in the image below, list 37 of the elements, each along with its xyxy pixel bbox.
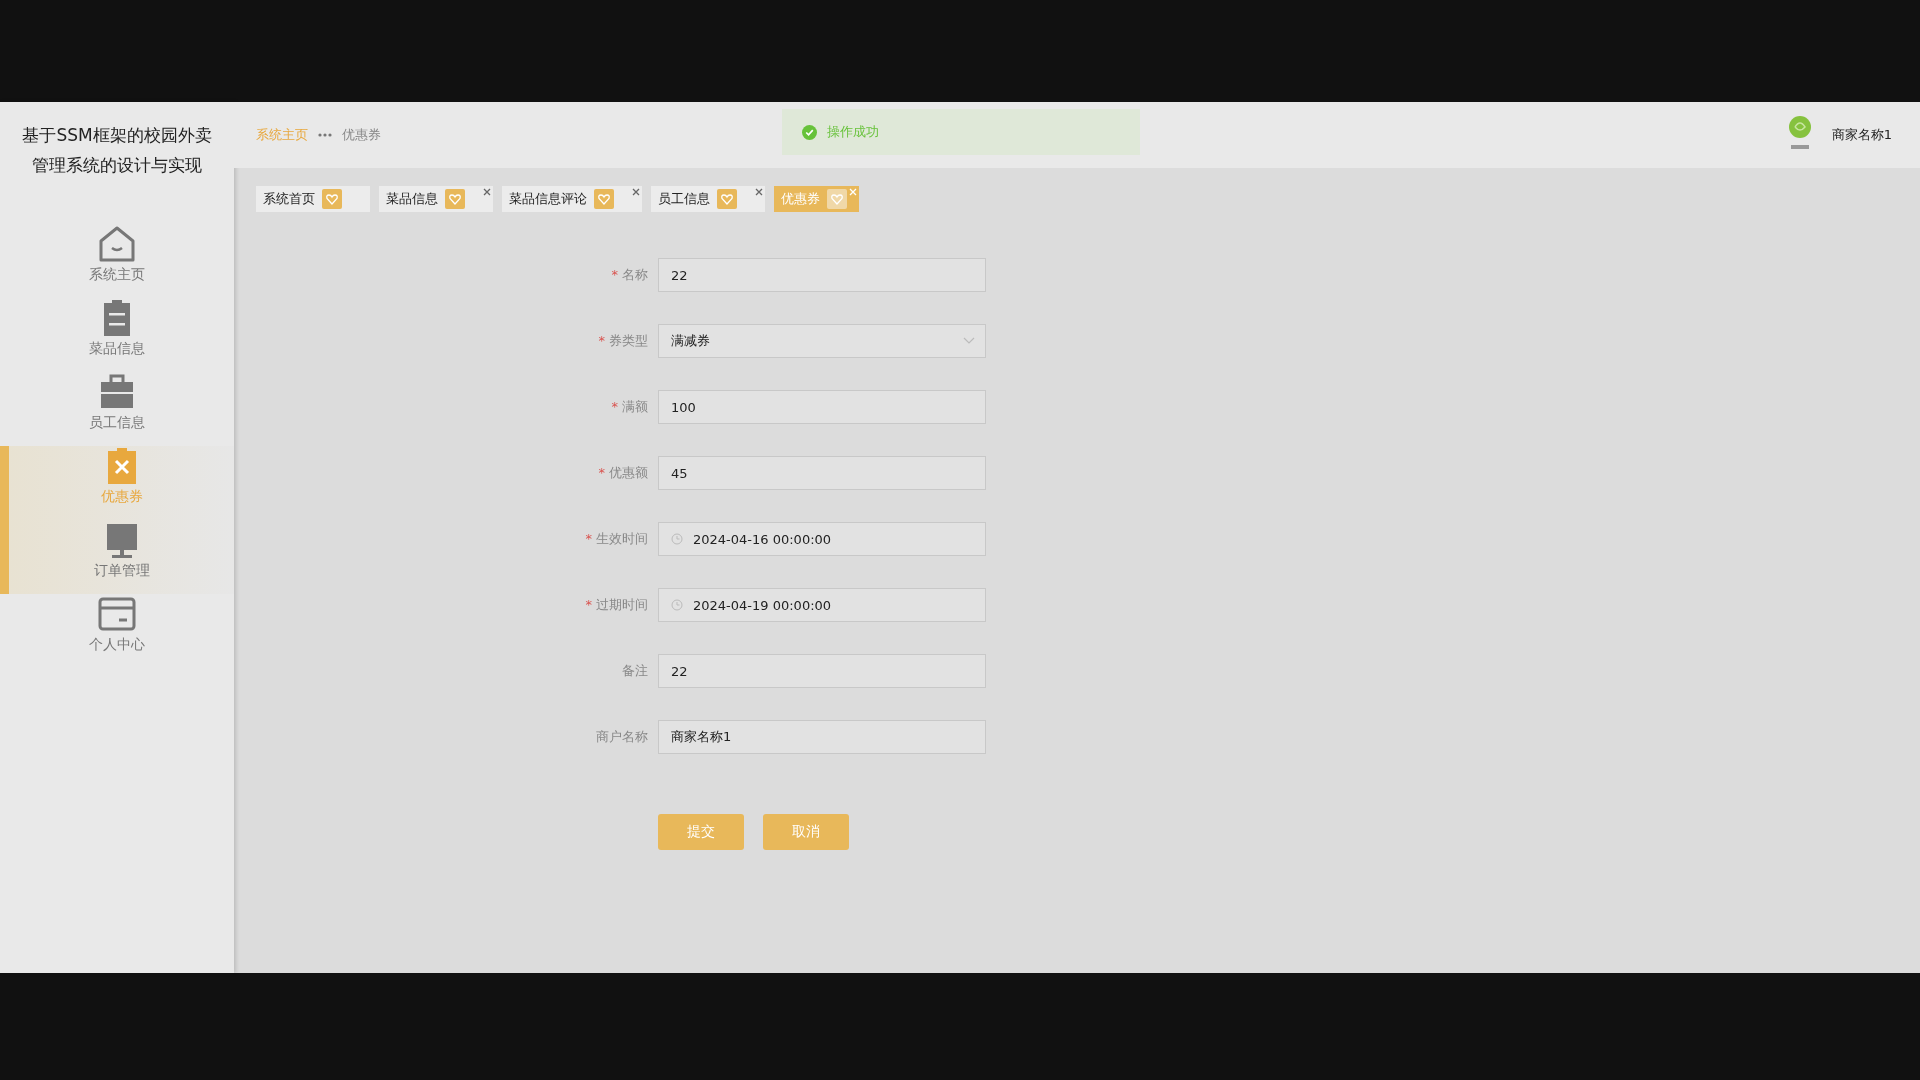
date-field[interactable]: 2024-04-19 00:00:00 bbox=[658, 588, 986, 622]
close-icon[interactable] bbox=[755, 188, 763, 196]
clock-icon bbox=[671, 533, 683, 545]
check-circle-icon bbox=[802, 124, 817, 140]
input-field[interactable]: 22 bbox=[658, 654, 986, 688]
app-title: 基于SSM框架的校园外卖管理系统的设计与实现 bbox=[21, 124, 213, 177]
field-label: * 过期时间 bbox=[584, 596, 649, 614]
page-tab[interactable]: 员工信息 bbox=[651, 186, 765, 212]
select-field[interactable]: 满减券 bbox=[658, 324, 986, 358]
field-label: * 券类型 bbox=[597, 332, 649, 350]
sidebar-item[interactable]: 个人中心 bbox=[0, 594, 234, 668]
field-label: 备注 bbox=[621, 662, 649, 680]
input-field[interactable]: 45 bbox=[658, 456, 986, 490]
page-tab[interactable]: 菜品信息 bbox=[379, 186, 493, 212]
page-tab[interactable]: 系统首页 bbox=[256, 186, 370, 212]
sidebar-item[interactable]: 订单管理 bbox=[0, 520, 234, 594]
input-field[interactable]: 100 bbox=[658, 390, 986, 424]
input-field[interactable]: 22 bbox=[658, 258, 986, 292]
dots-icon bbox=[318, 133, 332, 137]
house-icon bbox=[97, 224, 137, 264]
sidebar-item[interactable]: 菜品信息 bbox=[0, 298, 234, 372]
field-label: * 名称 bbox=[610, 266, 649, 284]
input-field[interactable]: 商家名称1 bbox=[658, 720, 986, 754]
close-icon[interactable] bbox=[632, 188, 640, 196]
page-tab[interactable]: 菜品信息评论 bbox=[502, 186, 642, 212]
user-name[interactable]: 商家名称1 bbox=[1831, 126, 1892, 144]
sidebar-item[interactable]: 员工信息 bbox=[0, 372, 234, 446]
field-label: 商户名称 bbox=[595, 728, 649, 746]
clock-icon bbox=[671, 599, 683, 611]
sidebar-item[interactable]: 系统主页 bbox=[0, 224, 234, 298]
chevron-down-icon bbox=[963, 337, 975, 345]
toast-message: 操作成功 bbox=[827, 123, 879, 141]
date-field[interactable]: 2024-04-16 00:00:00 bbox=[658, 522, 986, 556]
close-icon[interactable] bbox=[483, 188, 491, 196]
field-label: * 满额 bbox=[610, 398, 649, 416]
field-label: * 优惠额 bbox=[597, 464, 649, 482]
field-label: * 生效时间 bbox=[584, 530, 649, 548]
